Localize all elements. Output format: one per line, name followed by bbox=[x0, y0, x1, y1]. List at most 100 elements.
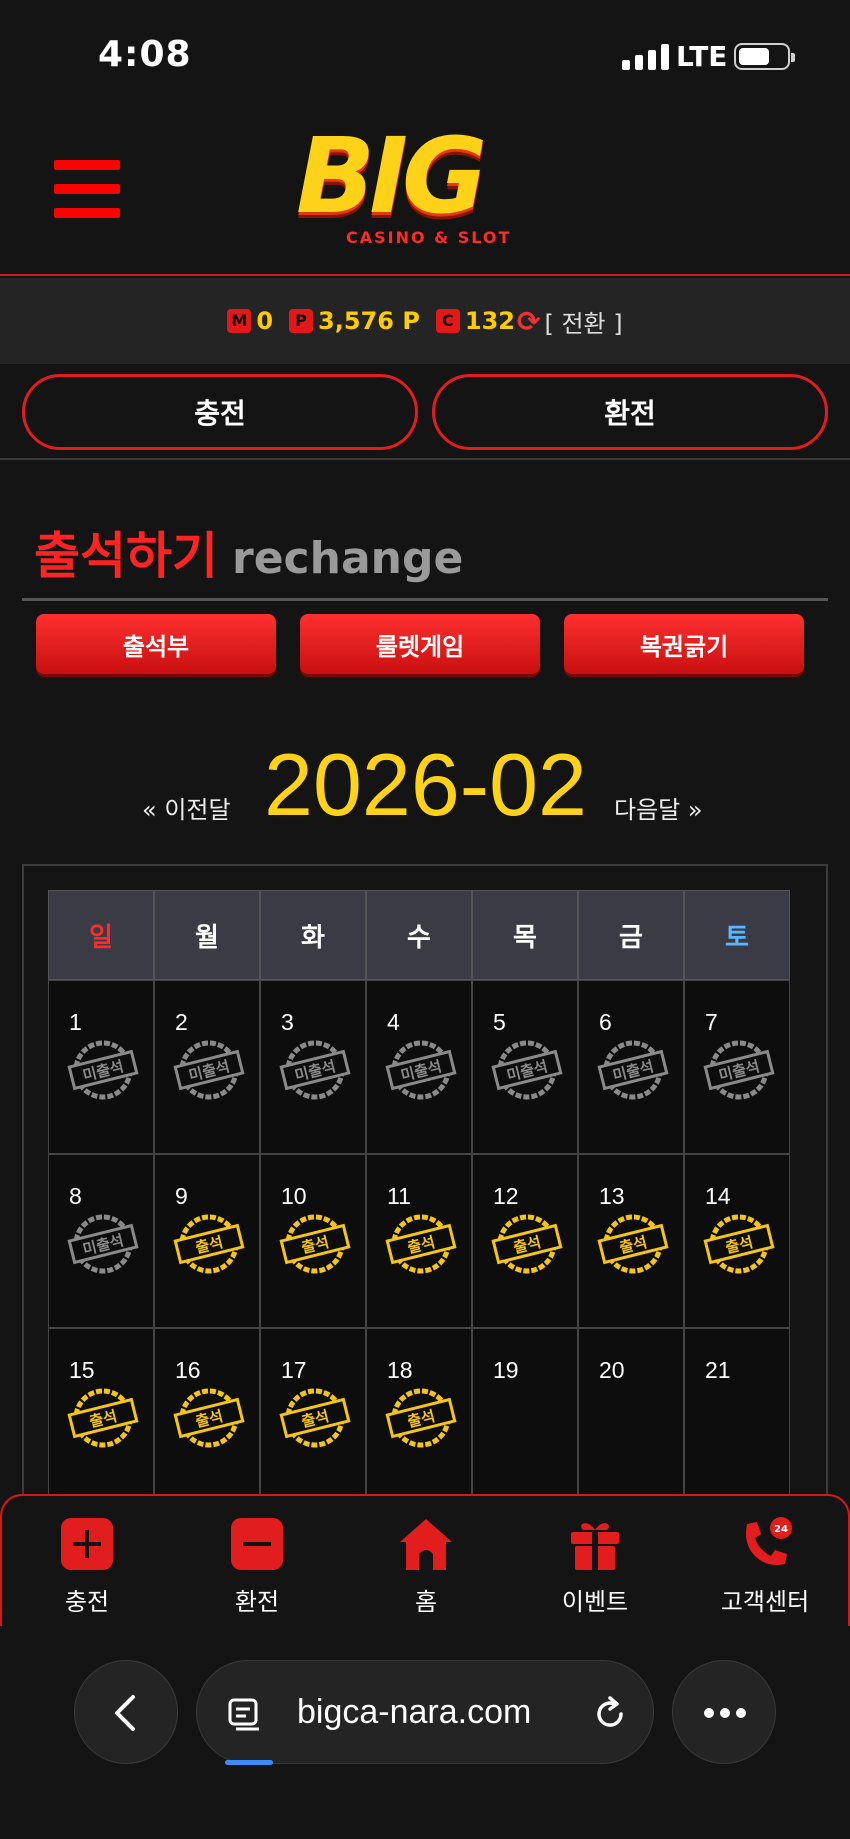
calendar-week: 1 미출석 2 미출석 3 미출석 4 미출석 5 미출석 6 미출석 7 미출석 bbox=[48, 980, 806, 1154]
calendar-day[interactable]: 14 출석 bbox=[684, 1154, 790, 1328]
absent-stamp: 미출석 bbox=[491, 1040, 563, 1100]
calendar-body: 1 미출석 2 미출석 3 미출석 4 미출석 5 미출석 6 미출석 7 미출석 8 미출석 9 출석 10 출석 1… bbox=[48, 980, 806, 1502]
bottom-navigation: 충전 환전 홈 이벤트 24 고객센터 bbox=[0, 1494, 850, 1626]
calendar-day[interactable]: 19 bbox=[472, 1328, 578, 1502]
day-number: 21 bbox=[705, 1357, 731, 1383]
calendar-day[interactable]: 12 출석 bbox=[472, 1154, 578, 1328]
attended-stamp: 출석 bbox=[385, 1388, 457, 1448]
nav-event-label: 이벤트 bbox=[561, 1588, 629, 1616]
attended-stamp: 출석 bbox=[385, 1214, 457, 1274]
prev-month-link[interactable]: « 이전달 bbox=[142, 790, 231, 825]
point-balance: P 3,576 P bbox=[289, 307, 420, 335]
attended-stamp: 출석 bbox=[597, 1214, 669, 1274]
weekday-sat: 토 bbox=[684, 890, 790, 980]
day-number: 16 bbox=[175, 1357, 201, 1383]
weekday-thu: 목 bbox=[472, 890, 578, 980]
address-bar[interactable]: bigca-nara.com bbox=[196, 1660, 654, 1765]
weekday-fri: 금 bbox=[578, 890, 684, 980]
attended-stamp: 출석 bbox=[491, 1214, 563, 1274]
calendar-day[interactable]: 17 출석 bbox=[260, 1328, 366, 1502]
day-number: 12 bbox=[493, 1183, 519, 1209]
browser-toolbar: bigca-nara.com bbox=[0, 1626, 850, 1839]
reload-icon[interactable] bbox=[591, 1695, 629, 1733]
calendar-day[interactable]: 4 미출석 bbox=[366, 980, 472, 1154]
calendar-day[interactable]: 8 미출석 bbox=[48, 1154, 154, 1328]
coin-balance: C 132 bbox=[435, 307, 515, 335]
status-bar: 4:08 LTE bbox=[0, 0, 850, 110]
calendar-day[interactable]: 10 출석 bbox=[260, 1154, 366, 1328]
calendar-day[interactable]: 7 미출석 bbox=[684, 980, 790, 1154]
nav-charge[interactable]: 충전 bbox=[12, 1516, 162, 1617]
absent-stamp: 미출석 bbox=[173, 1040, 245, 1100]
tab-lottery[interactable]: 복권긁기 bbox=[564, 614, 804, 674]
nav-exchange[interactable]: 환전 bbox=[182, 1516, 332, 1617]
tab-roulette[interactable]: 룰렛게임 bbox=[300, 614, 540, 674]
svg-text:24: 24 bbox=[774, 1524, 788, 1535]
money-value: 0 bbox=[256, 307, 274, 335]
calendar-day[interactable]: 21 bbox=[684, 1328, 790, 1502]
calendar-week: 15 출석 16 출석 17 출석 18 출석 19 20 21 bbox=[48, 1328, 806, 1502]
plus-icon bbox=[61, 1518, 113, 1570]
chevron-left-icon bbox=[115, 1695, 135, 1731]
more-icon bbox=[704, 1708, 746, 1718]
nav-home[interactable]: 홈 bbox=[351, 1516, 501, 1617]
point-value: 3,576 P bbox=[318, 307, 420, 335]
weekday-tue: 화 bbox=[260, 890, 366, 980]
page-title-en: rechange bbox=[232, 533, 464, 584]
calendar-day[interactable]: 16 출석 bbox=[154, 1328, 260, 1502]
calendar-day[interactable]: 18 출석 bbox=[366, 1328, 472, 1502]
home-icon bbox=[400, 1519, 452, 1570]
calendar-day[interactable]: 5 미출석 bbox=[472, 980, 578, 1154]
switch-button[interactable]: [ 전환 ] bbox=[544, 304, 622, 339]
calendar-day[interactable]: 6 미출석 bbox=[578, 980, 684, 1154]
nav-event[interactable]: 이벤트 bbox=[520, 1516, 670, 1617]
absent-stamp: 미출석 bbox=[279, 1040, 351, 1100]
calendar-day[interactable]: 2 미출석 bbox=[154, 980, 260, 1154]
day-number: 19 bbox=[493, 1357, 519, 1383]
day-number: 15 bbox=[69, 1357, 95, 1383]
refresh-icon[interactable]: ⟳ bbox=[517, 305, 540, 338]
site-logo[interactable]: BIG CASINO & SLOT bbox=[296, 122, 558, 252]
attendance-calendar: 일 월 화 수 목 금 토 1 미출석 2 미출석 3 미출석 4 미출석 5 미출석 6 미출석 7 미… bbox=[22, 864, 828, 1504]
coin-tag: C bbox=[435, 309, 460, 333]
charge-button[interactable]: 충전 bbox=[22, 374, 418, 450]
next-month-link[interactable]: 다음달 » bbox=[614, 790, 703, 825]
calendar-day[interactable]: 11 출석 bbox=[366, 1154, 472, 1328]
nav-home-label: 홈 bbox=[414, 1588, 438, 1616]
attended-stamp: 출석 bbox=[173, 1388, 245, 1448]
day-number: 17 bbox=[281, 1357, 307, 1383]
battery-icon bbox=[734, 43, 795, 70]
signal-icon bbox=[622, 44, 669, 70]
absent-stamp: 미출석 bbox=[597, 1040, 669, 1100]
reader-icon bbox=[228, 1698, 259, 1731]
gift-icon bbox=[571, 1523, 619, 1570]
calendar-day[interactable]: 13 출석 bbox=[578, 1154, 684, 1328]
nav-exchange-label: 환전 bbox=[234, 1588, 280, 1616]
calendar-day[interactable]: 15 출석 bbox=[48, 1328, 154, 1502]
load-progress bbox=[225, 1760, 273, 1765]
site-header: BIG CASINO & SLOT bbox=[0, 110, 850, 276]
calendar-day[interactable]: 3 미출석 bbox=[260, 980, 366, 1154]
day-number: 13 bbox=[599, 1183, 625, 1209]
nav-support-label: 고객센터 bbox=[720, 1588, 810, 1616]
more-button[interactable] bbox=[672, 1660, 776, 1764]
attended-stamp: 출석 bbox=[279, 1214, 351, 1274]
calendar-day[interactable]: 9 출석 bbox=[154, 1154, 260, 1328]
absent-stamp: 미출석 bbox=[385, 1040, 457, 1100]
exchange-button[interactable]: 환전 bbox=[432, 374, 828, 450]
calendar-day[interactable]: 1 미출석 bbox=[48, 980, 154, 1154]
tab-attendance[interactable]: 출석부 bbox=[36, 614, 276, 674]
network-label: LTE bbox=[676, 40, 728, 73]
calendar-day[interactable]: 20 bbox=[578, 1328, 684, 1502]
nav-support[interactable]: 24 고객센터 bbox=[690, 1516, 840, 1617]
title-divider bbox=[22, 598, 828, 601]
day-number: 10 bbox=[281, 1183, 307, 1209]
back-button[interactable] bbox=[74, 1660, 178, 1764]
balance-bar: M 0 P 3,576 P C 132 ⟳ [ 전환 ] bbox=[0, 278, 850, 364]
weekday-mon: 월 bbox=[154, 890, 260, 980]
page-title: 출석하기 rechange bbox=[34, 516, 463, 588]
menu-icon[interactable] bbox=[54, 160, 120, 218]
day-number: 14 bbox=[705, 1183, 731, 1209]
logo-subtitle: CASINO & SLOT bbox=[346, 228, 512, 247]
day-number: 20 bbox=[599, 1357, 625, 1383]
